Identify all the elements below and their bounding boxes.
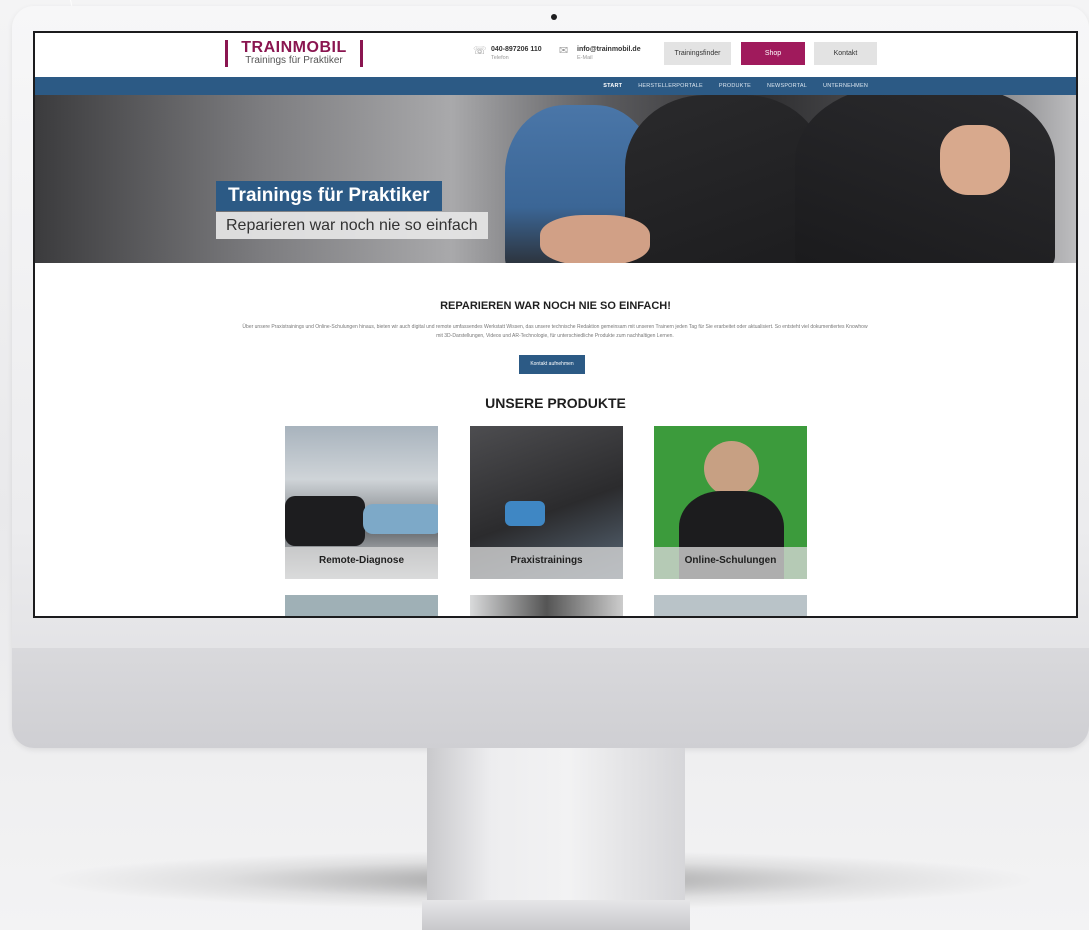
nav-menu: START HERSTELLERPORTALE PRODUKTE NEWSPOR… <box>595 77 876 95</box>
product-card-online-schulungen[interactable]: Online-Schulungen <box>654 426 807 579</box>
logo-wordmark: TRAINMOBIL <box>241 39 347 56</box>
email-address: info@trainmobil.de <box>577 46 641 53</box>
hero-banner: Trainings für Praktiker Reparieren war n… <box>35 95 1076 263</box>
phone-icon: ☏ <box>473 45 487 57</box>
card-image <box>704 441 759 496</box>
camera-icon <box>551 14 557 20</box>
nav-item-unternehmen[interactable]: UNTERNEHMEN <box>815 77 876 95</box>
nav-item-produkte[interactable]: PRODUKTE <box>711 77 759 95</box>
phone-contact[interactable]: ☏ 040-897206 110 Telefon <box>473 45 542 62</box>
product-card-more[interactable] <box>285 595 438 616</box>
card-label: Remote-Diagnose <box>285 547 438 579</box>
phone-number: 040-897206 110 <box>491 46 542 53</box>
monitor-stand <box>427 748 685 908</box>
hero-subtitle: Reparieren war noch nie so einfach <box>216 212 488 239</box>
nav-item-start[interactable]: START <box>595 77 630 95</box>
trainingsfinder-button[interactable]: Trainingsfinder <box>664 42 731 65</box>
kontakt-button[interactable]: Kontakt <box>814 42 877 65</box>
card-label: Praxistrainings <box>470 547 623 579</box>
hero-hand-image <box>940 125 1010 195</box>
monitor-stand-foot <box>422 900 690 930</box>
main-navigation: START HERSTELLERPORTALE PRODUKTE NEWSPOR… <box>35 77 1076 95</box>
card-image <box>363 504 438 534</box>
nav-item-herstellerportale[interactable]: HERSTELLERPORTALE <box>630 77 711 95</box>
phone-label: Telefon <box>491 55 509 61</box>
mail-icon: ✉ <box>559 45 569 57</box>
hero-title: Trainings für Praktiker <box>216 181 442 211</box>
contact-cta-button[interactable]: Kontakt aufnehmen <box>519 355 585 374</box>
card-image <box>505 501 545 526</box>
logo-tagline: Trainings für Praktiker <box>245 55 343 66</box>
email-contact[interactable]: ✉ info@trainmobil.de E-Mail <box>559 45 641 62</box>
hero-hand-image <box>540 215 650 263</box>
shop-button[interactable]: Shop <box>741 42 805 65</box>
email-label: E-Mail <box>577 55 593 61</box>
site-header: TRAINMOBIL Trainings für Praktiker ☏ 040… <box>35 33 1076 77</box>
monitor-chin <box>12 648 1089 748</box>
nav-item-newsportal[interactable]: NEWSPORTAL <box>759 77 815 95</box>
product-card-praxistrainings[interactable]: Praxistrainings <box>470 426 623 579</box>
site-logo[interactable]: TRAINMOBIL Trainings für Praktiker <box>225 40 363 67</box>
card-label: Online-Schulungen <box>654 547 807 579</box>
intro-text: Über unsere Praxistrainings und Online-S… <box>242 324 868 339</box>
product-card-more[interactable] <box>470 595 623 616</box>
product-card-more[interactable] <box>654 595 807 616</box>
intro-heading: REPARIEREN WAR NOCH NIE SO EINFACH! <box>440 300 671 312</box>
card-image <box>285 496 365 546</box>
hero-mechanic-image <box>795 95 1055 263</box>
product-card-remote-diagnose[interactable]: Remote-Diagnose <box>285 426 438 579</box>
website-screen: TRAINMOBIL Trainings für Praktiker ☏ 040… <box>33 31 1078 618</box>
products-heading: UNSERE PRODUKTE <box>485 395 626 411</box>
